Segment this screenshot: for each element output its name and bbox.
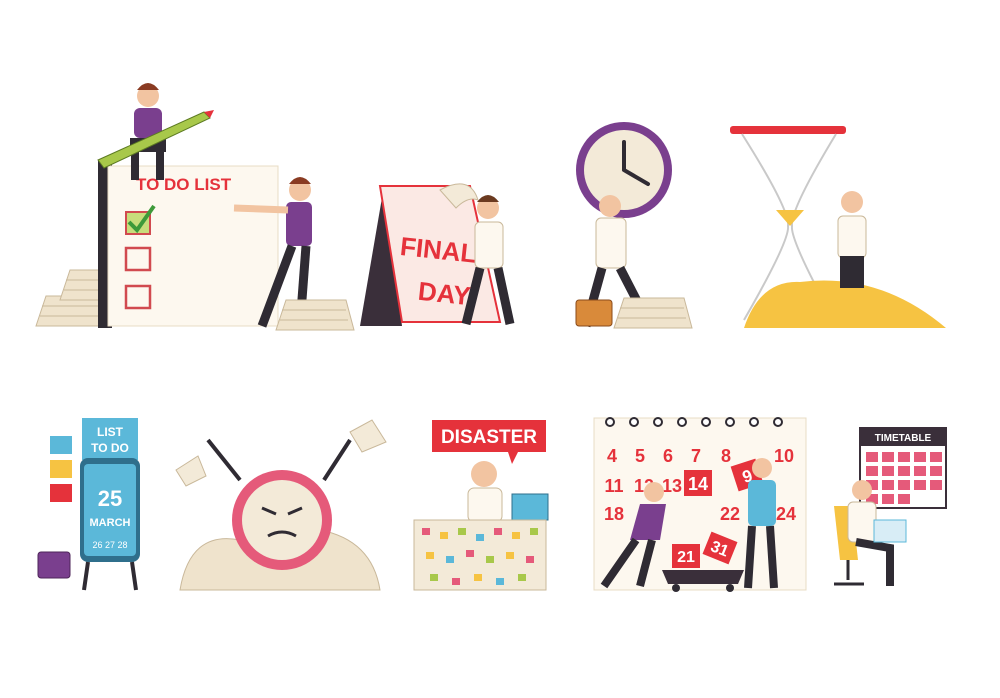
calendar-day: 4 <box>607 446 617 466</box>
hourglass-top <box>730 126 846 134</box>
date-month: MARCH <box>90 517 131 529</box>
laptop-icon <box>511 493 549 521</box>
sticky-tab <box>50 460 72 478</box>
calendar-day: 22 <box>720 504 740 524</box>
cart-icon <box>662 570 744 584</box>
stressed-man <box>467 461 503 523</box>
calendar-day: 5 <box>635 446 645 466</box>
illustration-canvas: TO DO LIST FINAL DAY LIST TO DO 25 MARCH… <box>35 83 947 592</box>
date-day: 25 <box>98 486 122 511</box>
calendar-day: 18 <box>604 504 624 524</box>
timetable-scene: TIMETABLE <box>834 427 947 586</box>
man-on-sand <box>837 191 867 288</box>
phone-scene: LIST TO DO 25 MARCH 26 27 28 <box>37 418 140 591</box>
calendar-day: 24 <box>776 504 796 524</box>
calendar-day: 8 <box>721 446 731 466</box>
clock-carrier-scene <box>575 122 693 329</box>
disaster-sign-text: DISASTER <box>441 427 537 448</box>
hourglass-scene <box>730 126 946 328</box>
calendar-day: 7 <box>691 446 701 466</box>
briefcase-icon <box>37 551 71 579</box>
next-days: 26 27 28 <box>92 540 127 550</box>
calendar-day: 13 <box>662 476 682 496</box>
laptop-icon <box>873 519 907 543</box>
list-header-line2: TO DO <box>91 441 129 455</box>
paper-stack <box>613 297 693 329</box>
calendar-day: 11 <box>604 476 623 496</box>
list-header-line1: LIST <box>97 425 124 439</box>
sticky-tab <box>50 484 72 502</box>
sticky-tab <box>50 436 72 454</box>
todo-title: TO DO LIST <box>136 175 232 194</box>
paper-stack <box>275 299 355 331</box>
timetable-title: TIMETABLE <box>875 433 932 444</box>
final-day-scene: FINAL DAY <box>360 183 515 326</box>
briefcase-icon <box>575 299 613 327</box>
todo-list-scene: TO DO LIST <box>35 83 355 331</box>
big-calendar-scene: 4 5 6 7 8 10 11 12 13 18 22 24 14 9 21 3… <box>593 417 807 592</box>
falling-day: 21 <box>677 549 695 566</box>
calendar-day: 6 <box>663 446 673 466</box>
calendar-day: 10 <box>774 446 794 466</box>
disaster-scene: DISASTER <box>413 420 549 591</box>
calendar-day: 14 <box>688 474 708 494</box>
day-word: DAY <box>417 276 472 311</box>
man-with-pencil <box>97 83 214 180</box>
angry-clock-scene <box>175 419 387 591</box>
